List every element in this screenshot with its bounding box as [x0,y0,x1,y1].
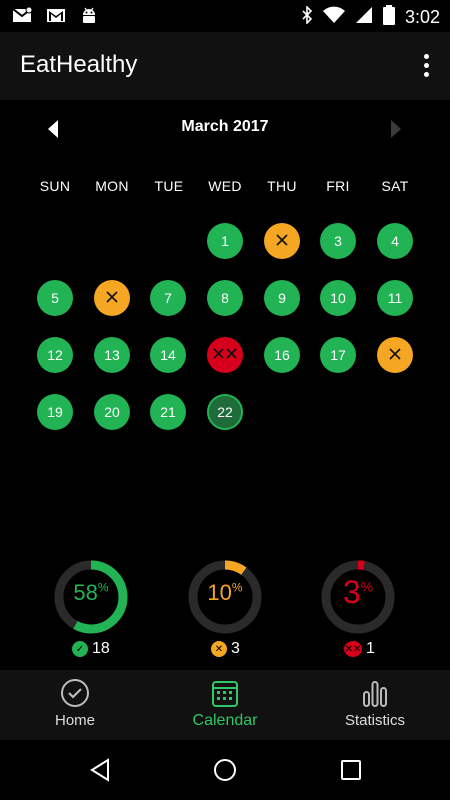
nav-statistics-label: Statistics [344,712,405,729]
stats-summary: 58% ✓ 18 10% ✕ 3 3% ✕✕ 1 [0,556,450,668]
calendar-day-7[interactable]: 7 [150,280,186,316]
calendar-day-17[interactable]: 17 [320,337,356,373]
calendar-day-21[interactable]: 21 [150,394,186,430]
weekday-fri: FRI [326,178,350,194]
app-title: EatHealthy [20,51,138,78]
partial-count: ✕ 3 [211,640,240,658]
missed-x-icon [105,290,119,307]
battery-icon [382,5,395,30]
calendar-day-6[interactable] [94,280,130,316]
calendar-day-9[interactable]: 9 [264,280,300,316]
nav-calendar-label: Calendar [192,712,258,729]
nav-statistics[interactable]: Statistics [300,670,450,740]
weekday-sat: SAT [381,178,409,194]
signal-icon [355,6,373,29]
missed-x-icon [388,347,402,364]
calendar-day-15[interactable] [207,337,243,373]
system-navigation-bar [0,740,450,800]
weekday-thu: THU [267,178,297,194]
double-x-icon [212,347,238,364]
x-icon: ✕ [211,641,227,657]
bad-percent: 3% [342,574,374,610]
month-navigation: March 2017 [0,118,450,142]
partial-percent: 10% [207,580,243,605]
calendar-day-4[interactable]: 4 [377,223,413,259]
bad-count: ✕✕ 1 [344,640,375,657]
calendar-day-5[interactable]: 5 [37,280,73,316]
app-bar: EatHealthy [0,32,450,100]
check-circle-icon [60,678,90,708]
calendar-icon [210,678,240,708]
home-icon[interactable] [212,757,238,783]
good-percent: 58% [73,580,109,605]
calendar-day-3[interactable]: 3 [320,223,356,259]
gmail-icon [46,7,66,28]
calendar-day-14[interactable]: 14 [150,337,186,373]
overflow-menu-icon[interactable] [424,54,430,78]
calendar-day-10[interactable]: 10 [320,280,356,316]
calendar-day-22-today[interactable]: 22 [207,394,243,430]
bottom-navigation: Home Calendar Statistics [0,670,450,740]
calendar-day-12[interactable]: 12 [37,337,73,373]
weekday-mon: MON [95,178,129,194]
good-ratio-ring: 58% [54,560,128,634]
status-bar: 3:02 [0,0,450,32]
calendar-day-16[interactable]: 16 [264,337,300,373]
bluetooth-icon [301,5,313,29]
double-x-icon: ✕✕ [344,641,362,657]
back-icon[interactable] [88,757,114,783]
calendar-day-18[interactable] [377,337,413,373]
weekday-sun: SUN [39,178,71,194]
calendar-day-2[interactable] [264,223,300,259]
next-month-icon[interactable] [391,120,401,138]
bad-ratio-ring: 3% [321,560,395,634]
weekday-tue: TUE [154,178,184,194]
calendar: March 2017 SUN MON TUE WED THU FRI SAT 1… [0,100,450,540]
nav-home[interactable]: Home [0,670,150,740]
bar-chart-icon [360,678,390,708]
calendar-day-20[interactable]: 20 [94,394,130,430]
calendar-day-11[interactable]: 11 [377,280,413,316]
nav-calendar[interactable]: Calendar [150,670,300,740]
good-count: ✓ 18 [72,640,110,658]
nav-home-label: Home [54,712,95,729]
wifi-icon [322,6,345,29]
missed-x-icon [275,233,289,250]
recents-icon[interactable] [338,757,364,783]
month-title: March 2017 [181,118,269,135]
calendar-day-8[interactable]: 8 [207,280,243,316]
weekday-wed: WED [208,178,242,194]
android-icon [80,6,98,29]
partial-ratio-ring: 10% [188,560,262,634]
check-icon: ✓ [72,641,88,657]
calendar-day-19[interactable]: 19 [37,394,73,430]
calendar-day-13[interactable]: 13 [94,337,130,373]
calendar-day-1[interactable]: 1 [207,223,243,259]
clock-time: 3:02 [404,7,440,27]
gmail-alt-icon [12,6,33,28]
